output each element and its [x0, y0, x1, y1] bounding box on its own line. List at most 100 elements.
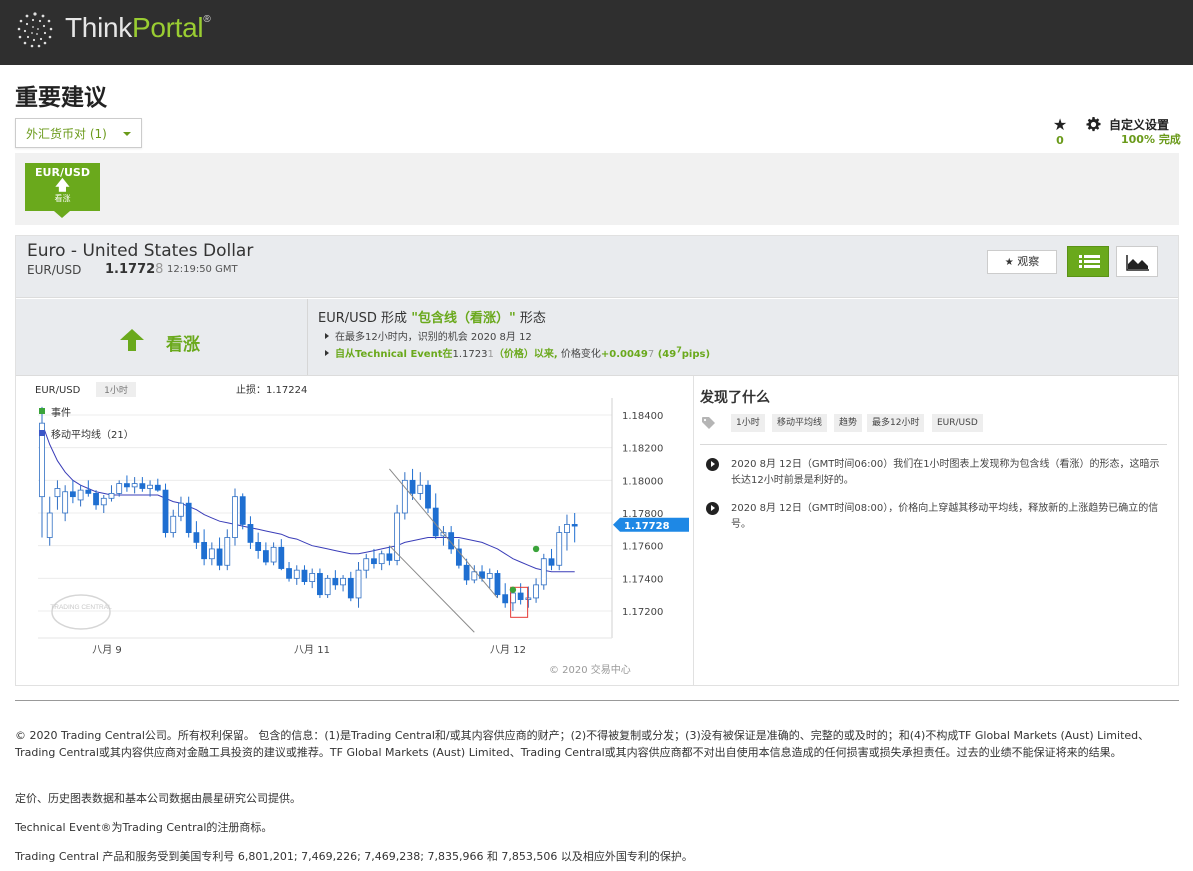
signal-detail-2-price-label: （价格）以来,	[493, 349, 558, 360]
candle	[425, 480, 431, 513]
candle-body	[533, 584, 539, 599]
candle	[108, 485, 115, 502]
watermark-text: TRADING CENTRAL	[50, 604, 112, 611]
event-bullet-icon	[706, 458, 719, 471]
candle	[371, 548, 377, 569]
signal-detail-2-change: +0.0049	[600, 349, 648, 360]
candle-body	[371, 558, 377, 565]
candle-body	[486, 573, 493, 579]
y-axis-ticks: 1.184001.182001.180001.178001.176001.174…	[622, 411, 663, 618]
candle-body	[224, 537, 231, 566]
candle	[502, 583, 509, 608]
candle-body	[255, 541, 262, 551]
price-chart[interactable]: TRADING CENTRAL 1.18400 1.18200 1.18000 1.1…	[16, 376, 693, 685]
brand-registered-mark: ®	[203, 14, 211, 25]
footer-divider	[15, 700, 1179, 701]
arrow-up-icon	[120, 329, 144, 351]
candle	[548, 548, 555, 571]
candle	[394, 504, 401, 566]
chart-timeframe: 1小时	[104, 384, 128, 396]
candle-body	[556, 532, 563, 566]
tag-horizon[interactable]: 最多12小时	[867, 414, 925, 432]
candle-body	[494, 573, 501, 596]
candle	[332, 570, 339, 590]
page-title: 重要建议	[15, 85, 107, 111]
candle-body	[347, 577, 354, 599]
candle	[100, 495, 107, 513]
tag-moving-average[interactable]: 移动平均线	[772, 414, 828, 432]
candle	[317, 568, 323, 598]
candle	[69, 480, 76, 504]
list-view-button[interactable]	[1067, 246, 1109, 277]
candle	[540, 553, 547, 590]
candle	[224, 529, 231, 571]
candle-body	[548, 558, 555, 566]
watch-button[interactable]: ★ 观察	[987, 250, 1057, 274]
candle-body	[46, 512, 53, 538]
instrument-panel: Euro - United States Dollar EUR/USD 1.17…	[15, 235, 1179, 686]
candle	[301, 565, 308, 585]
candle	[525, 586, 532, 608]
chart-view-button[interactable]	[1116, 246, 1158, 277]
what-we-found-panel: 发现了什么 1小时 移动平均线 趋势 最多12小时 EUR/USD 2020 8…	[694, 376, 1178, 685]
price-chart-svg[interactable]: TRADING CENTRAL 1.18400 1.18200 1.18000 1.1…	[16, 376, 693, 685]
candle-body	[293, 569, 300, 579]
x-tick-label: 八月 11	[294, 644, 330, 656]
candle-body	[85, 489, 92, 494]
instrument-price-last-digit: 8	[155, 262, 164, 277]
signal-pattern-name: "包含线（看涨）"	[411, 311, 516, 326]
tag-symbol[interactable]: EUR/USD	[932, 414, 983, 432]
candle-body	[317, 573, 323, 596]
favorites-button[interactable]: ★ 0	[1050, 116, 1070, 148]
signal-detail-1-text: 在最多12小时内，识别的机会 2020 8月 12	[335, 332, 532, 343]
y-tick-label: 1.17400	[622, 574, 663, 585]
legend-event-swatch	[39, 408, 45, 414]
brand-part-2: Portal	[131, 12, 204, 43]
asset-class-dropdown[interactable]: 外汇货币对 (1)	[15, 118, 142, 148]
candle	[170, 509, 177, 538]
pair-card-symbol: EUR/USD	[35, 166, 90, 179]
candle	[124, 475, 130, 492]
candle	[340, 575, 346, 592]
candle-body	[62, 491, 69, 514]
candle-body	[54, 488, 61, 498]
candle-body	[270, 546, 277, 563]
candle-body	[100, 497, 107, 506]
candle	[54, 480, 61, 510]
y-tick-label: 1.17200	[622, 607, 663, 618]
tag-trend[interactable]: 趋势	[834, 414, 863, 432]
candle-body	[185, 502, 192, 533]
candle	[239, 493, 246, 530]
signal-detail-2-pips-open: (49	[654, 349, 677, 360]
candle-body	[193, 532, 200, 543]
candle-body	[417, 484, 424, 494]
signal-detail-2: 自从Technical Event在1.17231（价格）以来, 价格变化+0.…	[325, 345, 710, 360]
candle	[347, 571, 354, 602]
tag-timeframe[interactable]: 1小时	[731, 414, 765, 432]
top-bar: ThinkPortal®	[0, 0, 1193, 65]
candle-body	[170, 515, 177, 533]
y-tick-label: 1.18400	[622, 411, 663, 422]
candle-body	[571, 524, 578, 527]
candle	[571, 512, 578, 543]
candle-body	[355, 569, 362, 599]
candle	[293, 565, 300, 585]
candle-body	[162, 489, 169, 533]
candle-body	[116, 483, 123, 494]
candle	[147, 480, 153, 497]
candle	[247, 516, 254, 549]
instrument-time: 12:19:50 GMT	[167, 264, 238, 275]
brand-logo[interactable]: ThinkPortal®	[65, 12, 211, 44]
candle-body	[502, 594, 509, 604]
candle	[386, 545, 393, 566]
settings-progress: 100% 完成	[1121, 133, 1181, 146]
pair-card-eurusd[interactable]: EUR/USD 🡅 看涨	[25, 163, 100, 218]
moving-average-layer	[41, 423, 575, 573]
brand-globe-icon[interactable]	[13, 8, 57, 52]
moving-average-line	[41, 423, 575, 573]
legend-ma-swatch	[39, 430, 45, 436]
chart-watermark: TRADING CENTRAL	[50, 594, 112, 630]
candle-body	[124, 483, 130, 488]
candle	[255, 532, 262, 559]
candle-body	[378, 553, 385, 565]
